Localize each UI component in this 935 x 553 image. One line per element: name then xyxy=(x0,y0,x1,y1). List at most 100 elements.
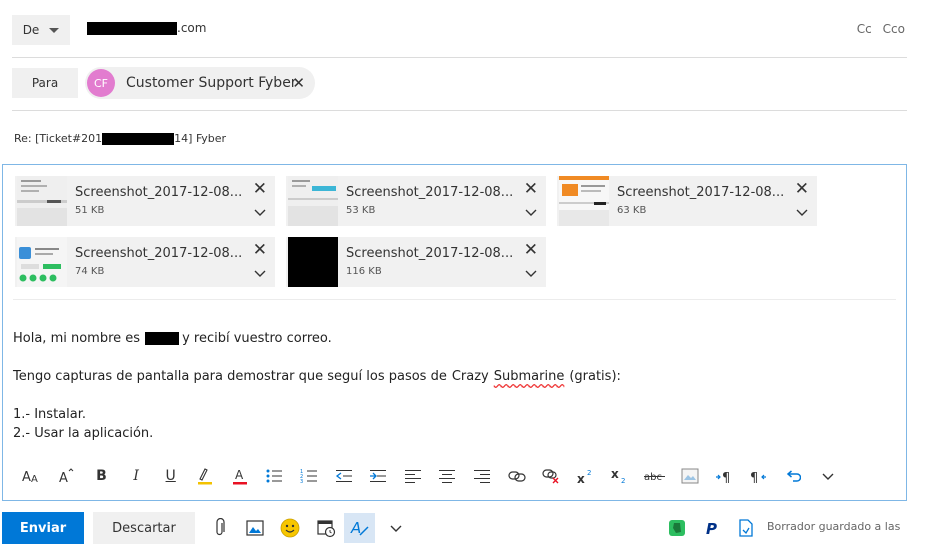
font-grow-icon[interactable]: A xyxy=(50,461,85,491)
bcc-link[interactable]: Cco xyxy=(883,22,905,36)
ltr-icon[interactable]: ¶ xyxy=(707,461,742,491)
attachment-name: Screenshot_2017-12-08... xyxy=(75,185,243,200)
from-email-suffix: .com xyxy=(177,21,207,35)
attachment-size: 51 KB xyxy=(75,205,105,216)
divider xyxy=(13,299,896,300)
picture-inline-icon[interactable] xyxy=(672,461,707,491)
subject-field[interactable]: Re: [Ticket#201 14] Fyber xyxy=(14,132,226,145)
svg-text:¶: ¶ xyxy=(750,471,758,484)
message-text: (gratis): xyxy=(569,369,621,384)
attachment-thumbnail xyxy=(288,237,338,287)
indent-icon[interactable] xyxy=(361,461,396,491)
emoji-icon[interactable] xyxy=(275,513,305,543)
align-center-icon[interactable] xyxy=(430,461,465,491)
remove-attachment-icon[interactable]: ✕ xyxy=(253,179,267,199)
divider xyxy=(12,110,907,111)
chevron-down-icon[interactable] xyxy=(796,206,808,218)
attachment-card[interactable]: Screenshot_2017-12-08... 51 KB ✕ xyxy=(15,176,275,226)
attachment-size: 116 KB xyxy=(346,266,382,277)
remove-attachment-icon[interactable]: ✕ xyxy=(795,179,809,199)
more-options-icon[interactable] xyxy=(381,513,411,543)
align-right-icon[interactable] xyxy=(465,461,500,491)
attachment-name: Screenshot_2017-12-08... xyxy=(346,185,514,200)
redacted-block xyxy=(102,132,175,145)
remove-attachment-icon[interactable]: ✕ xyxy=(253,240,267,260)
message-text: Hola, mi nombre es xyxy=(13,331,141,346)
rtl-icon[interactable]: ¶ xyxy=(741,461,776,491)
attachment-card[interactable]: Screenshot_2017-12-08... 74 KB ✕ xyxy=(15,237,275,287)
remove-attachment-icon[interactable]: ✕ xyxy=(524,179,538,199)
bullets-icon[interactable] xyxy=(257,461,292,491)
compose-area[interactable]: Screenshot_2017-12-08... 51 KB ✕ Screens… xyxy=(2,164,907,501)
chevron-down-icon[interactable] xyxy=(254,267,266,279)
highlight-icon[interactable] xyxy=(188,461,223,491)
attachment-name: Screenshot_2017-12-08... xyxy=(617,185,785,200)
attachment-card[interactable]: Screenshot_2017-12-08... 63 KB ✕ xyxy=(557,176,817,226)
format-toolbar: AA A B I U A 123 x2 x2 abc ¶ ¶ xyxy=(15,461,845,491)
strikethrough-icon[interactable]: abc xyxy=(638,461,673,491)
message-text: Crazy xyxy=(451,369,489,384)
calendar-icon[interactable] xyxy=(311,513,341,543)
message-text: Tengo capturas de pantalla para demostra… xyxy=(13,369,447,384)
recipient-name: Customer Support Fyber xyxy=(126,75,297,91)
svg-text:x: x xyxy=(611,468,619,481)
undo-icon[interactable] xyxy=(776,461,811,491)
send-button[interactable]: Enviar xyxy=(2,512,84,544)
attachment-size: 63 KB xyxy=(617,205,647,216)
font-color-icon[interactable]: A xyxy=(223,461,258,491)
attachment-card[interactable]: Screenshot_2017-12-08... 53 KB ✕ xyxy=(286,176,546,226)
message-line: Hola, mi nombre es y recibí vuestro corr… xyxy=(13,331,332,346)
svg-text:A: A xyxy=(31,474,38,484)
paypal-icon[interactable]: P xyxy=(697,513,727,543)
attachment-thumbnail xyxy=(17,176,67,226)
evernote-icon[interactable] xyxy=(662,513,692,543)
message-line: 2.- Usar la aplicación. xyxy=(13,426,153,441)
discard-button[interactable]: Descartar xyxy=(93,512,195,544)
to-button[interactable]: Para xyxy=(12,68,78,98)
from-email: .com xyxy=(87,21,206,35)
svg-text:P: P xyxy=(706,520,717,537)
svg-text:2: 2 xyxy=(587,469,591,477)
attachment-card[interactable]: Screenshot_2017-12-08... 116 KB ✕ xyxy=(286,237,546,287)
misspelled-word[interactable]: Submarine xyxy=(494,369,565,384)
more-icon[interactable] xyxy=(811,461,846,491)
from-button[interactable]: De xyxy=(12,15,70,45)
subject-suffix: 14] Fyber xyxy=(174,132,227,145)
message-text: 2.- Usar la aplicación. xyxy=(13,426,154,441)
font-size-icon[interactable]: AA xyxy=(15,461,50,491)
remove-attachment-icon[interactable]: ✕ xyxy=(524,240,538,260)
svg-text:2: 2 xyxy=(621,477,625,484)
chevron-down-icon[interactable] xyxy=(525,206,537,218)
unlink-icon[interactable] xyxy=(534,461,569,491)
chevron-down-icon[interactable] xyxy=(525,267,537,279)
attachment-thumbnail xyxy=(17,237,67,287)
svg-text:x: x xyxy=(577,472,585,484)
outdent-icon[interactable] xyxy=(326,461,361,491)
numbering-icon[interactable]: 123 xyxy=(292,461,327,491)
bold-icon[interactable]: B xyxy=(84,461,119,491)
link-icon[interactable] xyxy=(499,461,534,491)
chevron-down-icon[interactable] xyxy=(254,206,266,218)
attach-icon[interactable] xyxy=(205,513,235,543)
format-text-icon[interactable]: A xyxy=(344,513,375,543)
cc-link[interactable]: Cc xyxy=(857,22,872,36)
attachment-size: 74 KB xyxy=(75,266,105,277)
svg-text:¶: ¶ xyxy=(722,471,730,484)
insert-picture-icon[interactable] xyxy=(240,513,270,543)
align-left-icon[interactable] xyxy=(396,461,431,491)
italic-icon[interactable]: I xyxy=(119,461,154,491)
recipient-chip[interactable]: CF Customer Support Fyber ✕ xyxy=(85,67,315,99)
subject-prefix: Re: [Ticket#201 xyxy=(14,132,103,145)
svg-text:A: A xyxy=(350,519,361,537)
remove-recipient-icon[interactable]: ✕ xyxy=(292,74,305,92)
redacted-block xyxy=(145,332,180,345)
superscript-icon[interactable]: x2 xyxy=(569,461,604,491)
message-text: 1.- Instalar. xyxy=(13,407,86,422)
svg-text:abc: abc xyxy=(644,472,662,483)
subscript-icon[interactable]: x2 xyxy=(603,461,638,491)
document-icon[interactable] xyxy=(731,513,761,543)
redacted-block xyxy=(87,21,177,35)
underline-icon[interactable]: U xyxy=(153,461,188,491)
draft-status: Borrador guardado a las xyxy=(767,520,901,533)
svg-text:A: A xyxy=(22,470,31,484)
